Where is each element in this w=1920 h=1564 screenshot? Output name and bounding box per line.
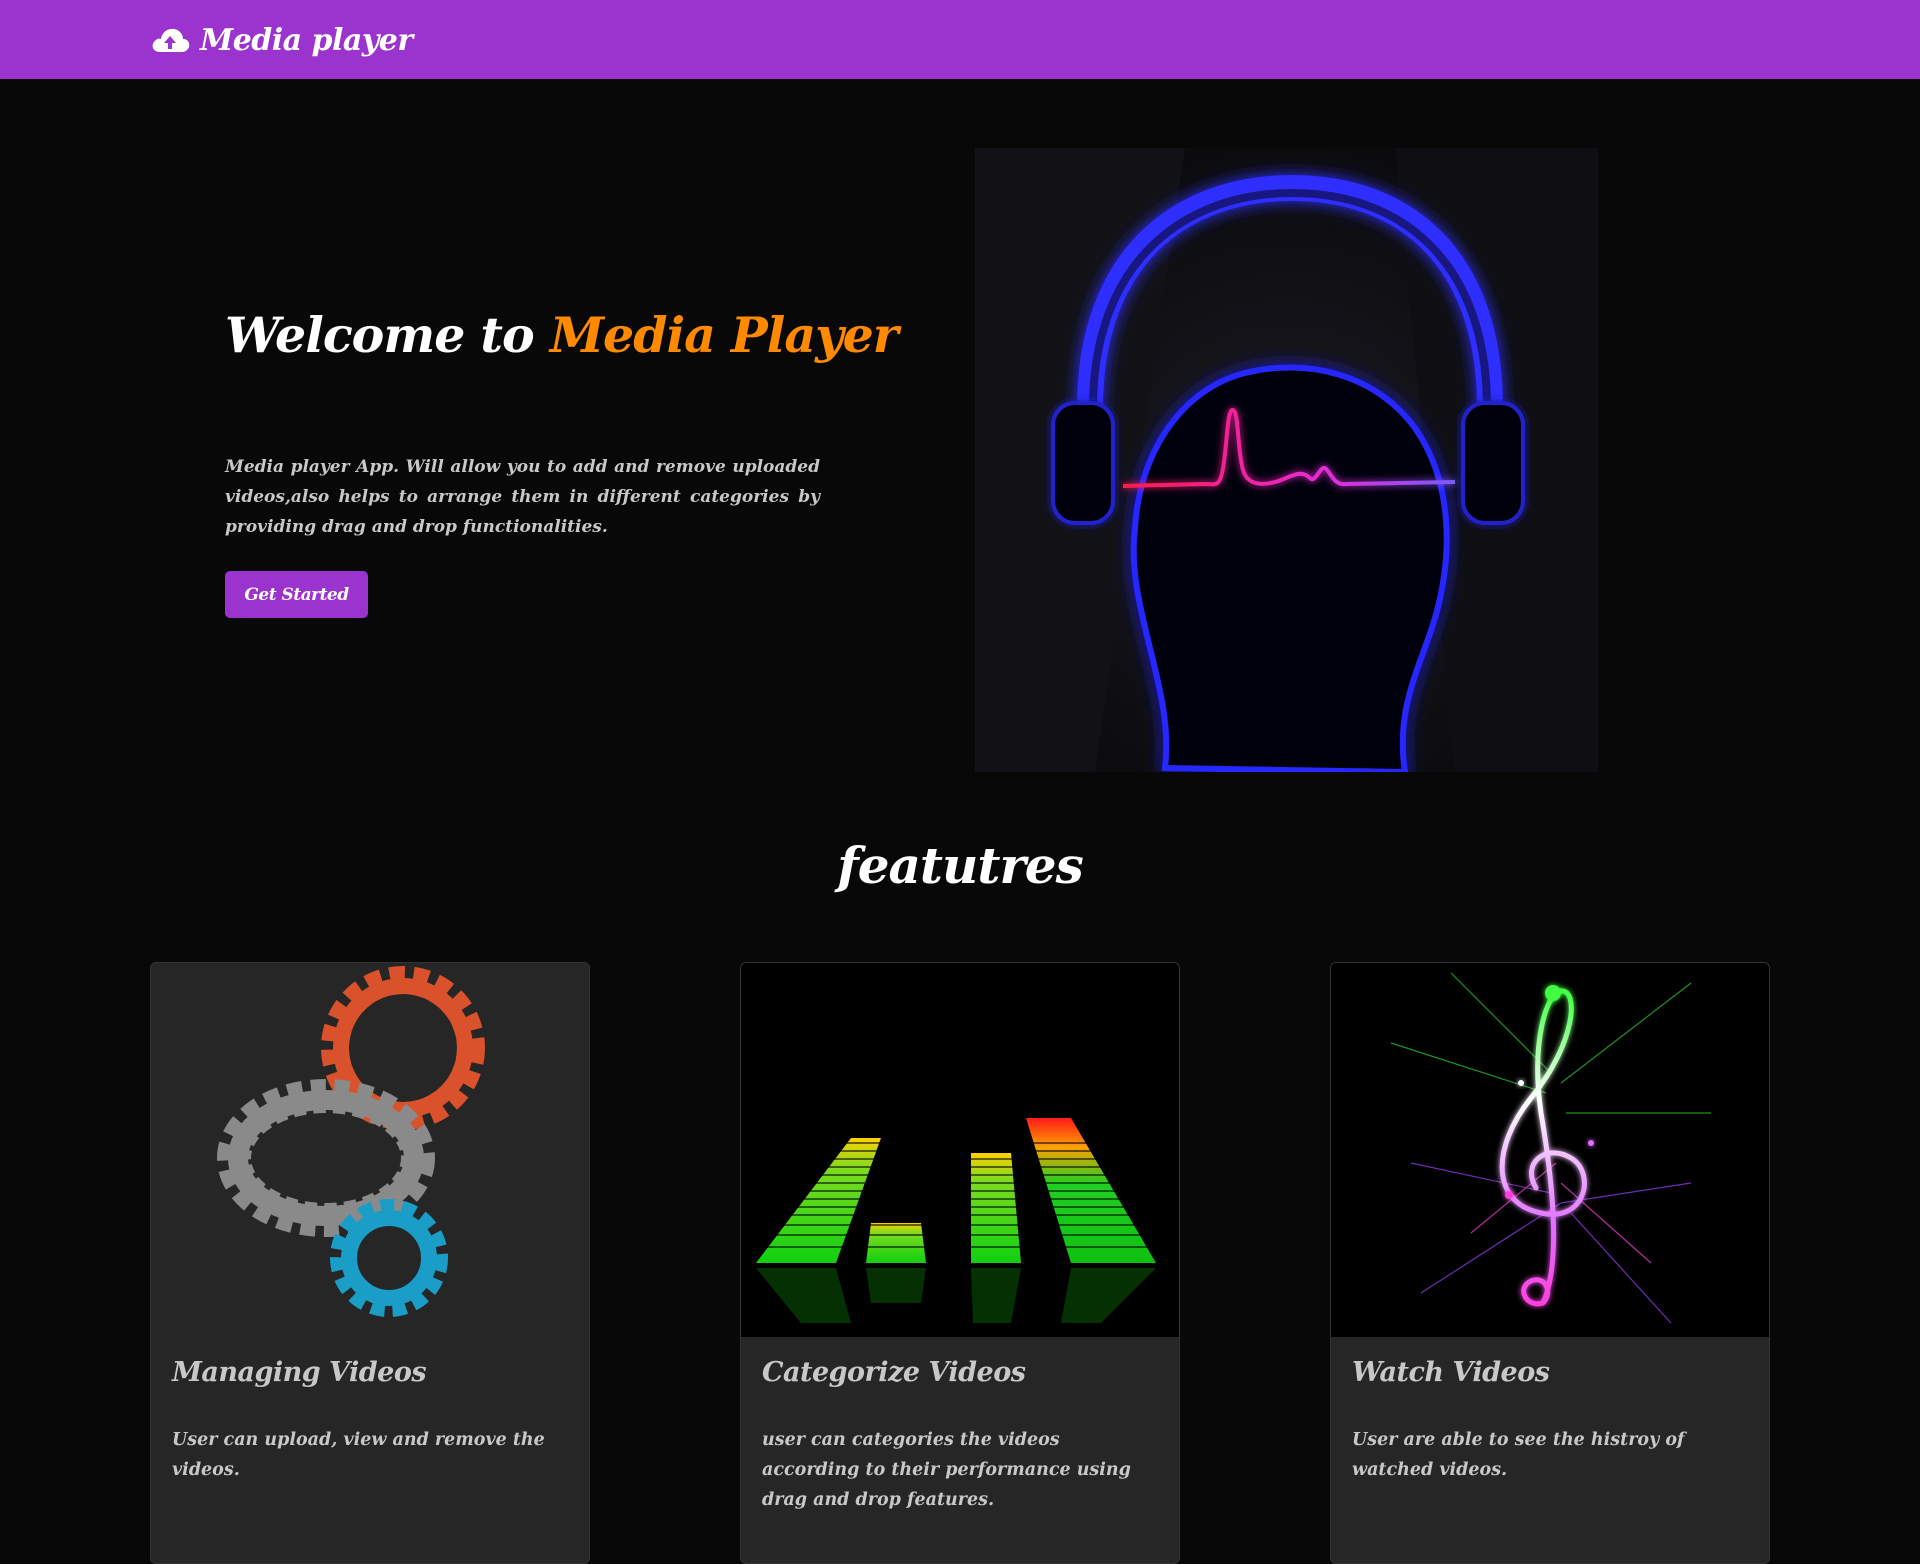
- feature-card-managing: Managing Videos User can upload, view an…: [150, 962, 590, 1564]
- treble-clef-image: [1331, 963, 1769, 1337]
- get-started-button[interactable]: Get Started: [225, 571, 368, 618]
- feature-card-categorize: Categorize Videos user can categories th…: [740, 962, 1180, 1564]
- gears-image: [151, 963, 589, 1337]
- brand-name: Media player: [200, 22, 413, 58]
- card-title: Watch Videos: [1352, 1357, 1550, 1388]
- hero-title-prefix: Welcome to: [225, 306, 550, 364]
- brand-link[interactable]: Media player: [150, 18, 413, 62]
- hero-description: Media player App. Will allow you to add …: [225, 457, 820, 537]
- card-text: User can upload, view and remove the vid…: [172, 1430, 545, 1480]
- features-title: featutres: [837, 836, 1084, 895]
- card-text: User are able to see the histroy of watc…: [1352, 1430, 1685, 1480]
- navbar: Media player: [0, 0, 1920, 79]
- card-title: Categorize Videos: [762, 1357, 1026, 1388]
- feature-card-watch: Watch Videos User are able to see the hi…: [1330, 962, 1770, 1564]
- cloud-upload-icon: [150, 24, 190, 56]
- card-title: Managing Videos: [172, 1357, 427, 1388]
- hero-title-accent: Media Player: [549, 306, 899, 364]
- card-text: user can categories the videos according…: [762, 1430, 1131, 1510]
- headphones-heartbeat-image: [975, 148, 1598, 772]
- audio-equalizer-image: [741, 963, 1179, 1337]
- hero-title: Welcome to Media Player: [225, 306, 899, 364]
